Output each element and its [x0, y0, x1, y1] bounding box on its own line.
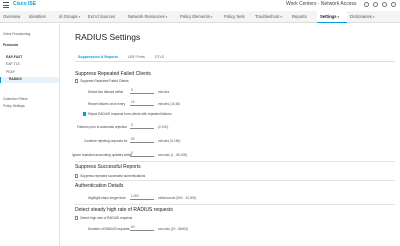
nav-ext-id-sources[interactable]: Ext Id Sources	[88, 11, 128, 23]
ignore-accounting-input[interactable]	[130, 150, 154, 157]
ignore-accounting-label: Ignore repeated accounting updates withi…	[72, 153, 133, 157]
checkbox-label: Suppress Repeated Failed Clients	[80, 79, 129, 83]
divider	[75, 180, 395, 181]
continue-rejecting-unit: minutes (5-180)	[158, 139, 181, 143]
detect-high-rate-checkbox[interactable]: Detect high rate of RADIUS requests	[75, 216, 132, 220]
chevron-down-icon: ▾	[372, 14, 375, 19]
main-nav: Overview Identities Id Groups▾ Ext Id So…	[0, 10, 400, 23]
notifications-icon[interactable]	[382, 2, 387, 7]
highlight-steps-unit: milliseconds (500 - 10,000)	[158, 196, 197, 200]
nav-troubleshoot[interactable]: Troubleshoot▾	[255, 11, 292, 23]
top-bar: Cisco ISE Work Centers · Network Access	[0, 0, 400, 10]
page-title: RADIUS Settings	[75, 32, 141, 42]
nav-overview[interactable]: Overview	[3, 11, 29, 23]
sidebar-item-eap-tls[interactable]: EAP-TLS	[6, 62, 20, 66]
ignore-accounting-unit: seconds (1 - 86,400)	[158, 153, 188, 157]
gear-icon[interactable]	[391, 2, 396, 7]
divider	[75, 204, 395, 205]
checkbox-label: Suppress repeated successful authenticat…	[80, 174, 146, 178]
failures-prior-label: Failures prior to automatic rejection	[77, 125, 127, 129]
main-content: RADIUS Settings Suppression & Reports UD…	[62, 24, 400, 246]
nav-label: Id Groups	[59, 13, 78, 19]
nav-policy-sets[interactable]: Policy Sets	[224, 11, 255, 23]
chevron-down-icon: ▾	[280, 14, 283, 19]
nav-label: Reports	[292, 13, 307, 19]
checkbox-box[interactable]	[75, 174, 79, 178]
suppress-success-checkbox[interactable]: Suppress repeated successful authenticat…	[75, 174, 145, 178]
brand-logo[interactable]: Cisco ISE	[13, 1, 36, 7]
help-icon[interactable]	[373, 2, 378, 7]
duration-input[interactable]	[130, 224, 154, 231]
chevron-down-icon: ▾	[210, 14, 213, 19]
chevron-down-icon: ▾	[165, 14, 168, 19]
sidebar: Client Provisioning Protocols EAP-FAST E…	[0, 24, 60, 246]
checkbox-label: Reject RADIUS requests from clients with…	[88, 112, 172, 116]
nav-network-resources[interactable]: Network Resources▾	[128, 11, 180, 23]
nav-label: Overview	[3, 13, 21, 19]
chevron-down-icon: ▾	[78, 14, 81, 19]
nav-label: Settings	[320, 13, 337, 19]
nav-label: Ext Id Sources	[88, 13, 116, 19]
checkbox-box[interactable]	[75, 216, 79, 220]
nav-label: Network Resources	[128, 13, 165, 19]
top-icons	[364, 2, 396, 7]
checkbox-label: Detect high rate of RADIUS requests	[80, 216, 133, 220]
tab-divider	[75, 61, 395, 62]
sidebar-item-peap[interactable]: PEAP	[6, 70, 15, 74]
nav-label: Dictionaries	[350, 13, 372, 19]
sidebar-item-collection-filters[interactable]: Collection Filters	[3, 97, 27, 101]
section-heading-auth-details: Authentication Details	[75, 183, 124, 189]
detect-failures-input[interactable]	[130, 87, 154, 94]
nav-settings[interactable]: Settings▾	[317, 10, 347, 23]
section-heading-suppress-failed: Suppress Repeated Failed Clients	[75, 71, 151, 77]
search-icon[interactable]	[364, 2, 369, 7]
continue-rejecting-input[interactable]	[130, 136, 154, 143]
divider	[75, 161, 395, 162]
highlight-steps-label: Highlight steps longer than	[88, 196, 126, 200]
detect-failures-unit: minutes	[158, 90, 170, 94]
sidebar-item-policy-settings[interactable]: Policy Settings	[3, 104, 25, 108]
checkbox-box[interactable]	[75, 79, 79, 83]
checkbox-box[interactable]	[83, 112, 87, 116]
failures-prior-unit: (2-100)	[158, 125, 169, 129]
reject-requests-checkbox[interactable]: Reject RADIUS requests from clients with…	[83, 112, 172, 116]
sidebar-item-radius[interactable]: RADIUS	[0, 77, 59, 83]
nav-policy-elements[interactable]: Policy Elements▾	[180, 11, 224, 23]
section-heading-high-rate: Detect steady high rate of RADIUS reques…	[75, 207, 173, 213]
highlight-steps-input[interactable]	[130, 193, 154, 200]
section-heading-suppress-success: Suppress Successful Reports	[75, 164, 141, 170]
page-context-title: Work Centers · Network Access	[286, 1, 357, 7]
nav-label: Troubleshoot	[255, 13, 280, 19]
nav-label: Policy Sets	[224, 13, 245, 19]
report-failures-input[interactable]	[130, 99, 154, 106]
failures-prior-input[interactable]	[130, 122, 154, 129]
report-failures-label: Report failures once every	[88, 102, 126, 106]
detect-failures-label: Detect two failures within	[88, 90, 124, 94]
nav-dictionaries[interactable]: Dictionaries▾	[347, 11, 383, 23]
sidebar-item-eap-fast[interactable]: EAP-FAST	[6, 55, 22, 59]
nav-label: Identities	[29, 13, 46, 19]
suppress-failed-checkbox[interactable]: Suppress Repeated Failed Clients	[75, 79, 129, 83]
duration-label: Duration of RADIUS requests	[88, 227, 130, 231]
continue-rejecting-label: Continue rejecting requests for	[84, 139, 128, 143]
nav-reports[interactable]: Reports	[292, 11, 317, 23]
report-failures-unit: minutes (15-60)	[158, 102, 181, 106]
hamburger-menu-icon[interactable]	[3, 2, 9, 8]
nav-label: Policy Elements	[180, 13, 210, 19]
sidebar-item-client-provisioning[interactable]: Client Provisioning	[3, 32, 30, 36]
sidebar-item-protocols[interactable]: Protocols	[3, 43, 18, 47]
chevron-down-icon: ▾	[337, 14, 340, 19]
nav-id-groups[interactable]: Id Groups▾	[59, 11, 88, 23]
duration-unit: seconds (20 - 86400)	[158, 227, 189, 231]
nav-identities[interactable]: Identities	[29, 11, 59, 23]
